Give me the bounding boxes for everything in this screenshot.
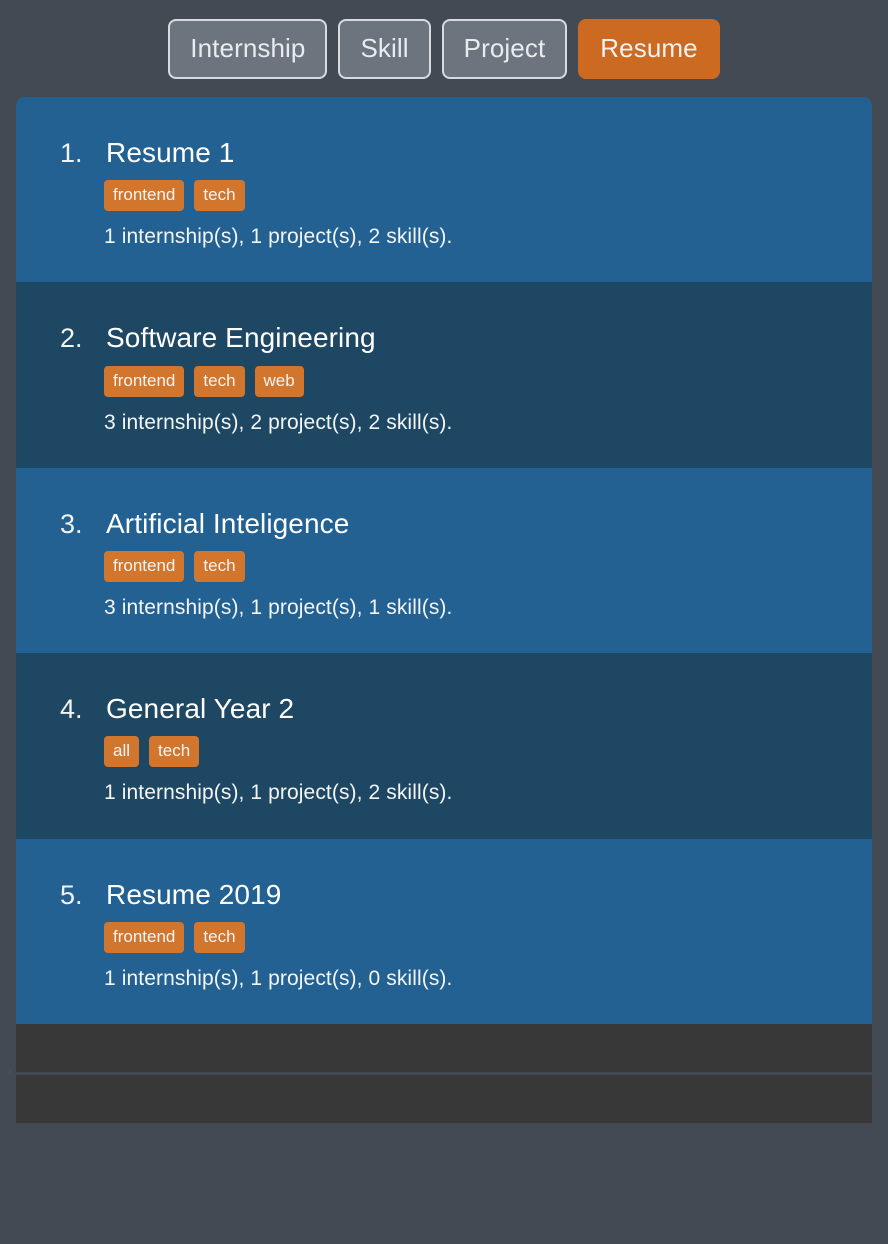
list-item-index: 1. — [60, 138, 83, 168]
nav-button-skill[interactable]: Skill — [338, 18, 431, 79]
list-item-counts: 3 internship(s), 2 project(s), 2 skill(s… — [104, 410, 453, 434]
footer-band-bottom — [16, 1074, 872, 1123]
tag-list: frontend tech — [16, 550, 872, 582]
tag-badge: frontend — [104, 365, 185, 397]
tag-badge: tech — [194, 180, 245, 212]
tag-badge: tech — [149, 736, 200, 768]
list-item-counts: 1 internship(s), 1 project(s), 2 skill(s… — [104, 225, 453, 249]
tag-badge: frontend — [104, 550, 185, 582]
tag-badge: frontend — [104, 921, 185, 953]
tag-badge: all — [104, 736, 140, 768]
list-item-counts: 1 internship(s), 1 project(s), 2 skill(s… — [104, 781, 453, 805]
list-item-title: Artificial Inteligence — [106, 507, 350, 539]
list-item[interactable]: 4. General Year 2 all tech 1 internship(s), … — [16, 653, 872, 839]
footer: › — [0, 1023, 888, 1244]
tag-list: all tech — [16, 736, 872, 768]
list-item[interactable]: 1. Resume 1 frontend tech 1 internship(s), 1… — [16, 97, 872, 283]
list-item-header: 4. General Year 2 — [16, 693, 872, 725]
app-root: Internship Skill Project Resume 1. Resume 1 f… — [0, 0, 888, 1244]
footer-spacer — [0, 1122, 888, 1244]
tag-badge: tech — [194, 550, 245, 582]
list-item[interactable]: 5. Resume 2019 frontend tech 1 internship(s)… — [16, 838, 872, 1024]
list-item-index: 3. — [60, 508, 83, 539]
tag-list: frontend tech web — [16, 365, 872, 397]
tag-badge: frontend — [104, 180, 185, 212]
list-item-header: 1. Resume 1 — [16, 137, 872, 169]
chevron-right-icon: › — [7, 1061, 12, 1079]
list-item-title: Resume 1 — [106, 137, 235, 168]
list-item-index: 2. — [60, 323, 83, 354]
list-item-counts: 3 internship(s), 1 project(s), 1 skill(s… — [104, 595, 453, 619]
list-item[interactable]: 2. Software Engineering frontend tech web 3 i… — [16, 282, 872, 468]
resume-list: 1. Resume 1 frontend tech 1 internship(s), 1… — [16, 97, 872, 1024]
list-item-title: General Year 2 — [106, 693, 295, 725]
list-item-title: Resume 2019 — [106, 878, 282, 910]
footer-band-top — [16, 1023, 872, 1072]
nav-button-internship[interactable]: Internship — [168, 18, 328, 79]
list-item-title: Software Engineering — [106, 322, 376, 354]
list-item-header: 5. Resume 2019 — [16, 879, 872, 911]
tag-badge: tech — [194, 365, 245, 397]
nav-button-project[interactable]: Project — [441, 18, 568, 79]
list-item-header: 2. Software Engineering — [16, 322, 872, 354]
list-item-index: 5. — [60, 879, 83, 910]
list-item[interactable]: 3. Artificial Inteligence frontend tech 3 in… — [16, 467, 872, 654]
tag-badge: tech — [194, 921, 245, 953]
list-item-counts: 1 internship(s), 1 project(s), 0 skill(s… — [104, 966, 453, 990]
main-nav: Internship Skill Project Resume — [0, 0, 888, 97]
nav-button-resume[interactable]: Resume — [578, 18, 720, 79]
tag-list: frontend tech — [16, 180, 872, 212]
list-item-header: 3. Artificial Inteligence — [16, 508, 872, 540]
list-item-index: 4. — [60, 694, 83, 725]
tag-list: frontend tech — [16, 921, 872, 953]
tag-badge: web — [254, 365, 304, 397]
